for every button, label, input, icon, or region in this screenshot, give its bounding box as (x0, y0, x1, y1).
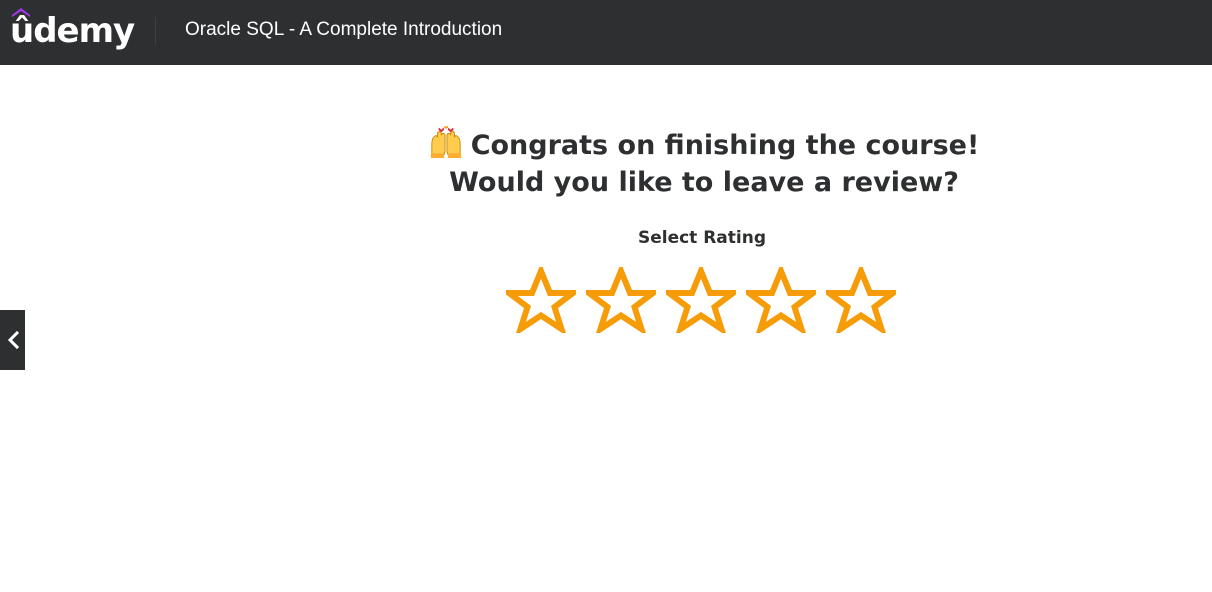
course-title[interactable]: Oracle SQL - A Complete Introduction (185, 19, 502, 41)
congrats-line: Congrats on finishing the course! (404, 125, 1004, 164)
top-header: ûdemy Oracle SQL - A Complete Introducti… (0, 0, 1212, 65)
star-rating-group (506, 267, 906, 333)
rating-star-5[interactable] (826, 267, 896, 333)
rating-star-4[interactable] (746, 267, 816, 333)
raising-hands-emoji-icon (430, 125, 461, 159)
review-prompt-panel: Congrats on finishing the course! Would … (0, 65, 1212, 592)
udemy-logo[interactable]: ûdemy (10, 4, 135, 54)
logo-text: ûdemy (10, 11, 135, 51)
congrats-heading: Congrats on finishing the course! Would … (404, 125, 1004, 201)
rating-star-1[interactable] (506, 267, 576, 333)
review-question-text: Would you like to leave a review? (449, 167, 959, 198)
select-rating-label: Select Rating (637, 228, 767, 248)
congrats-line1-text: Congrats on finishing the course! (470, 130, 980, 161)
rating-star-3[interactable] (666, 267, 736, 333)
header-divider (155, 17, 156, 45)
rating-star-2[interactable] (586, 267, 656, 333)
